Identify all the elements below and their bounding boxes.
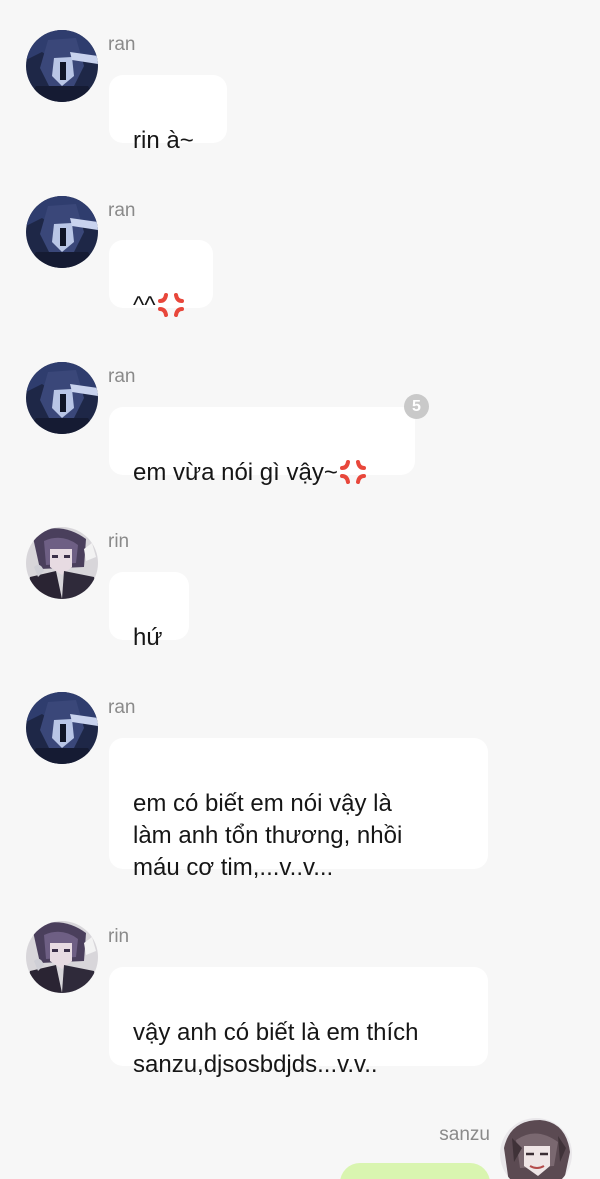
message-bubble[interactable]: em vừa nói gì vậy~ (109, 407, 415, 486)
message-bubble[interactable]: vậy anh có biết là em thích sanzu,djsosb… (109, 967, 488, 1078)
message-text: ^^ (133, 292, 156, 319)
message-text: em vừa nói gì vậy~ (133, 459, 338, 486)
sender-name: rin (108, 926, 130, 947)
message-bubble[interactable]: ^^ (109, 240, 213, 319)
ran-avatar[interactable] (26, 196, 98, 268)
chat-view: ran rin à~ ran ^^ ran em vừa nói gì vậy~… (0, 0, 600, 1179)
sender-name: ran (108, 200, 136, 221)
sender-name: rin (108, 531, 130, 552)
message-bubble[interactable]: rin à~ (109, 75, 227, 154)
rin-avatar[interactable] (26, 921, 98, 993)
sender-name: sanzu (439, 1124, 490, 1145)
message-text: hứ (133, 624, 163, 651)
message-bubble[interactable]: em có biết em nói vậy là làm anh tổn thư… (109, 738, 488, 881)
message-text: vậy anh có biết là em thích sanzu,djsosb… (133, 1019, 419, 1078)
sender-name: ran (108, 34, 136, 55)
own-message-bubble[interactable] (340, 1163, 490, 1179)
sanzu-avatar[interactable] (500, 1118, 572, 1179)
message-text: rin à~ (133, 127, 194, 154)
ran-avatar[interactable] (26, 30, 98, 102)
message-text: em có biết em nói vậy là làm anh tổn thư… (133, 790, 403, 881)
anger-emoji-icon (156, 292, 186, 327)
ran-avatar[interactable] (26, 362, 98, 434)
anger-emoji-icon (338, 459, 368, 494)
reaction-count-badge[interactable]: 5 (404, 394, 429, 419)
ran-avatar[interactable] (26, 692, 98, 764)
sender-name: ran (108, 366, 136, 387)
rin-avatar[interactable] (26, 527, 98, 599)
message-bubble[interactable]: hứ (109, 572, 189, 651)
sender-name: ran (108, 697, 136, 718)
